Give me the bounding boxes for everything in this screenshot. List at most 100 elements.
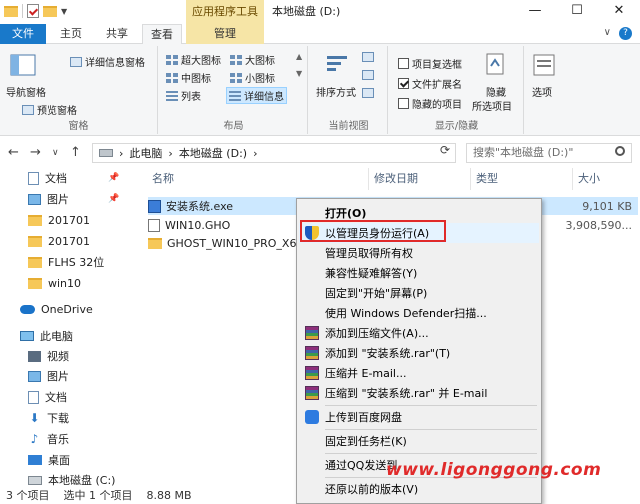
menu-item-add-archive[interactable]: 添加到压缩文件(A)... [299, 323, 539, 343]
column-header-size[interactable]: 大小 [578, 170, 600, 186]
chevron-down-icon[interactable]: ▼ [61, 7, 67, 16]
nav-item-documents[interactable]: 文档 📌 [0, 168, 138, 188]
breadcrumb-drive[interactable]: 本地磁盘 (D:) [179, 145, 247, 161]
maximize-button[interactable]: ☐ [556, 0, 598, 24]
grid-icon [230, 54, 242, 65]
column-header-modified[interactable]: 修改日期 [374, 170, 418, 186]
label: 小图标 [245, 74, 275, 85]
nav-item-folder[interactable]: win10 [0, 273, 138, 293]
nav-item-folder[interactable]: 201701 [0, 231, 138, 251]
title-bar: ▼ 应用程序工具 本地磁盘 (D:) — ☐ ✕ [0, 0, 640, 24]
menu-item-add-rar[interactable]: 添加到 "安装系统.rar"(T) [299, 343, 539, 363]
tab-home[interactable]: 主页 [50, 24, 92, 44]
hide-selected-label-1[interactable]: 隐藏 [486, 84, 506, 99]
nav-pane-button[interactable]: 导航窗格 [6, 84, 46, 99]
extra-large-icons-button[interactable]: 超大图标 [166, 52, 221, 67]
refresh-icon[interactable]: ⟳ [440, 143, 450, 157]
file-ext-toggle[interactable]: 文件扩展名 [398, 76, 462, 91]
item-checkbox-toggle[interactable]: 项目复选框 [398, 56, 462, 71]
nav-item-music[interactable]: ♪ 音乐 [0, 429, 138, 449]
menu-item-restore[interactable]: 还原以前的版本(V) [299, 479, 539, 499]
forward-icon[interactable]: → [30, 145, 41, 160]
checkbox[interactable] [398, 58, 409, 69]
checkbox[interactable] [398, 78, 409, 89]
recent-chevron-icon[interactable]: ∨ [52, 148, 59, 158]
nav-item-desktop[interactable]: 桌面 [0, 450, 138, 470]
details-view-button[interactable]: 详细信息 [226, 87, 287, 104]
nav-item-pictures[interactable]: 图片 [0, 366, 138, 386]
options-button[interactable]: 选项 [532, 84, 552, 99]
nav-item-videos[interactable]: 视频 [0, 346, 138, 366]
medium-icons-button[interactable]: 中图标 [166, 70, 211, 85]
nav-item-folder[interactable]: FLHS 32位 [0, 252, 138, 272]
nav-item-local-disk-c[interactable]: 本地磁盘 (C:) [0, 470, 138, 486]
nav-item-documents[interactable]: 文档 [0, 387, 138, 407]
nav-label: 图片 [47, 193, 69, 206]
tab-file[interactable]: 文件 [0, 24, 46, 44]
menu-item-troubleshoot[interactable]: 兼容性疑难解答(Y) [299, 263, 539, 283]
menu-label: 添加到 "安装系统.rar"(T) [325, 347, 451, 360]
menu-item-baidu[interactable]: 上传到百度网盘 [299, 407, 539, 427]
hidden-items-toggle[interactable]: 隐藏的项目 [398, 96, 462, 111]
address-bar[interactable]: › 此电脑 › 本地磁盘 (D:) › [92, 143, 456, 163]
winrar-icon [305, 346, 319, 360]
menu-item-compress-rar-email[interactable]: 压缩到 "安装系统.rar" 并 E-mail [299, 383, 539, 403]
menu-item-pin-taskbar[interactable]: 固定到任务栏(K) [299, 431, 539, 451]
label: 中图标 [181, 74, 211, 85]
help-icon[interactable]: ? [619, 27, 632, 40]
large-icons-button[interactable]: 大图标 [230, 52, 275, 67]
computer-icon [20, 331, 34, 341]
column-header-type[interactable]: 类型 [476, 170, 498, 186]
fit-columns-icon[interactable] [362, 88, 374, 98]
label: 隐藏的项目 [412, 100, 462, 111]
add-columns-icon[interactable] [362, 70, 374, 80]
group-by-icon[interactable] [362, 52, 374, 62]
current-view-group: 排序方式 当前视图 [310, 46, 388, 134]
close-button[interactable]: ✕ [598, 0, 640, 24]
group-label: 窗格 [68, 121, 89, 132]
search-placeholder: 搜索"本地磁盘 (D:)" [473, 146, 574, 159]
nav-item-pictures[interactable]: 图片 📌 [0, 189, 138, 209]
minimize-button[interactable]: — [514, 0, 556, 24]
column-header-name[interactable]: 名称 [152, 170, 174, 186]
tab-manage[interactable]: 管理 [186, 24, 264, 44]
up-icon[interactable]: ↑ [70, 145, 81, 160]
preview-pane-button[interactable]: 预览窗格 [22, 102, 77, 117]
collapse-ribbon-icon[interactable]: ∨ [604, 27, 611, 40]
file-size: 3,908,590... [565, 218, 632, 232]
nav-item-onedrive[interactable]: OneDrive [0, 299, 138, 319]
window-title: 本地磁盘 (D:) [272, 5, 341, 18]
nav-item-downloads[interactable]: ⬇ 下载 [0, 408, 138, 428]
menu-label: 压缩到 "安装系统.rar" 并 E-mail [325, 387, 488, 400]
small-icons-button[interactable]: 小图标 [230, 70, 275, 85]
breadcrumb-pc[interactable]: 此电脑 [129, 145, 162, 161]
download-icon: ⬇ [29, 411, 40, 425]
grid-icon [230, 72, 242, 83]
details-pane-button[interactable]: 详细信息窗格 [70, 54, 145, 69]
menu-item-compress-email[interactable]: 压缩并 E-mail... [299, 363, 539, 383]
search-input[interactable]: 搜索"本地磁盘 (D:)" [466, 143, 632, 163]
sort-button[interactable]: 排序方式 [316, 84, 356, 99]
nav-item-this-pc[interactable]: 此电脑 [0, 326, 138, 346]
chevron-up-icon[interactable]: ▲ [296, 52, 302, 61]
menu-item-take-ownership[interactable]: 管理员取得所有权 [299, 243, 539, 263]
selected-size: 8.88 MB [146, 488, 192, 502]
menu-item-pin-start[interactable]: 固定到"开始"屏幕(P) [299, 283, 539, 303]
list-view-button[interactable]: 列表 [166, 88, 201, 103]
new-folder-icon[interactable] [43, 5, 57, 17]
tab-view[interactable]: 查看 [142, 24, 182, 45]
tab-share[interactable]: 共享 [96, 24, 138, 44]
layout-scroll[interactable]: ▲ ▼ [296, 52, 302, 78]
nav-label: win10 [48, 276, 82, 290]
back-icon[interactable]: ← [8, 145, 19, 160]
chevron-down-icon[interactable]: ▼ [296, 69, 302, 78]
divider [325, 429, 537, 430]
file-name: GHOST_WIN10_PRO_X64_ [148, 237, 309, 250]
details-pane-icon [70, 56, 82, 67]
nav-item-folder[interactable]: 201701 [0, 210, 138, 230]
menu-item-defender[interactable]: 使用 Windows Defender扫描... [299, 303, 539, 323]
hide-selected-label-2[interactable]: 所选项目 [472, 98, 512, 113]
properties-icon[interactable] [27, 4, 39, 18]
winrar-icon [305, 326, 319, 340]
checkbox[interactable] [398, 98, 409, 109]
